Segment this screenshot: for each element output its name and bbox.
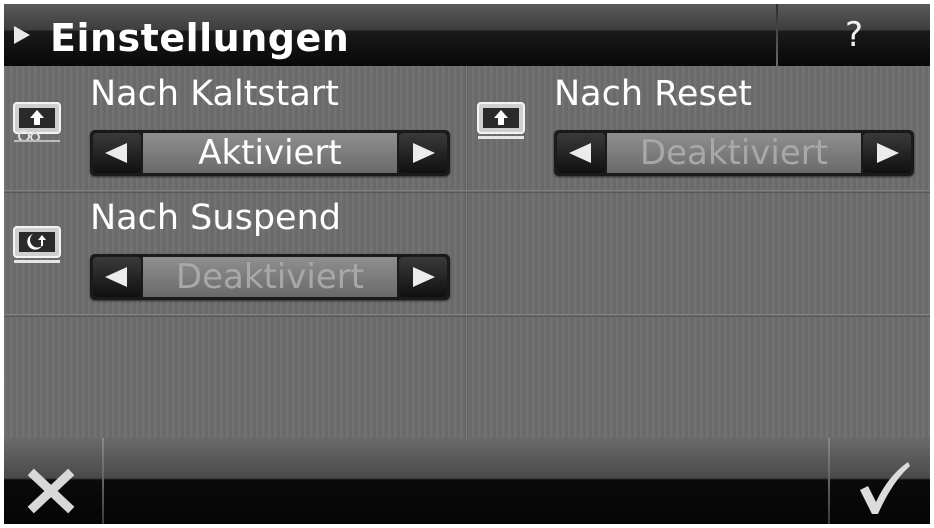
title-bar: Einstellungen ? (4, 4, 930, 66)
setting-label: Nach Kaltstart (90, 74, 339, 114)
reset-icon (477, 102, 525, 139)
selected-value: Deaktiviert (607, 133, 861, 173)
suspend-selector: Deaktiviert (90, 254, 450, 300)
arrow-left-icon (105, 267, 127, 287)
kaltstart-selector: Aktiviert (90, 130, 450, 176)
arrow-right-icon (413, 267, 435, 287)
setting-kaltstart: Nach Kaltstart Aktiviert (4, 66, 464, 190)
cancel-button[interactable] (4, 438, 102, 524)
reset-selector: Deaktiviert (554, 130, 914, 176)
confirm-button[interactable] (830, 438, 930, 524)
previous-option-button[interactable] (557, 133, 605, 173)
setting-suspend: Nach Suspend Deaktiviert (4, 190, 464, 314)
next-option-button[interactable] (399, 257, 447, 297)
setting-label: Nach Suspend (90, 198, 341, 238)
page-title: Einstellungen (50, 16, 350, 60)
settings-screen: Einstellungen ? Nach Kaltstart Aktiviert… (4, 4, 930, 524)
arrow-left-icon (105, 143, 127, 163)
footer-divider (102, 438, 104, 524)
arrow-right-icon (413, 143, 435, 163)
help-button[interactable]: ? (778, 4, 930, 66)
next-option-button[interactable] (399, 133, 447, 173)
setting-label: Nach Reset (554, 74, 752, 114)
cold-start-icon (13, 102, 61, 142)
selected-value: Aktiviert (143, 133, 397, 173)
settings-panel: Nach Kaltstart Aktiviert Nach Reset Deak… (4, 66, 930, 438)
previous-option-button[interactable] (93, 133, 141, 173)
arrow-right-icon (877, 143, 899, 163)
action-bar (4, 438, 930, 524)
next-option-button[interactable] (863, 133, 911, 173)
close-icon (27, 468, 75, 514)
previous-option-button[interactable] (93, 257, 141, 297)
arrow-left-icon (569, 143, 591, 163)
back-arrow-icon[interactable] (14, 26, 30, 44)
suspend-icon (13, 226, 61, 263)
selected-value: Deaktiviert (143, 257, 397, 297)
row-divider (4, 314, 930, 317)
checkmark-icon (860, 462, 910, 514)
setting-reset: Nach Reset Deaktiviert (468, 66, 928, 190)
